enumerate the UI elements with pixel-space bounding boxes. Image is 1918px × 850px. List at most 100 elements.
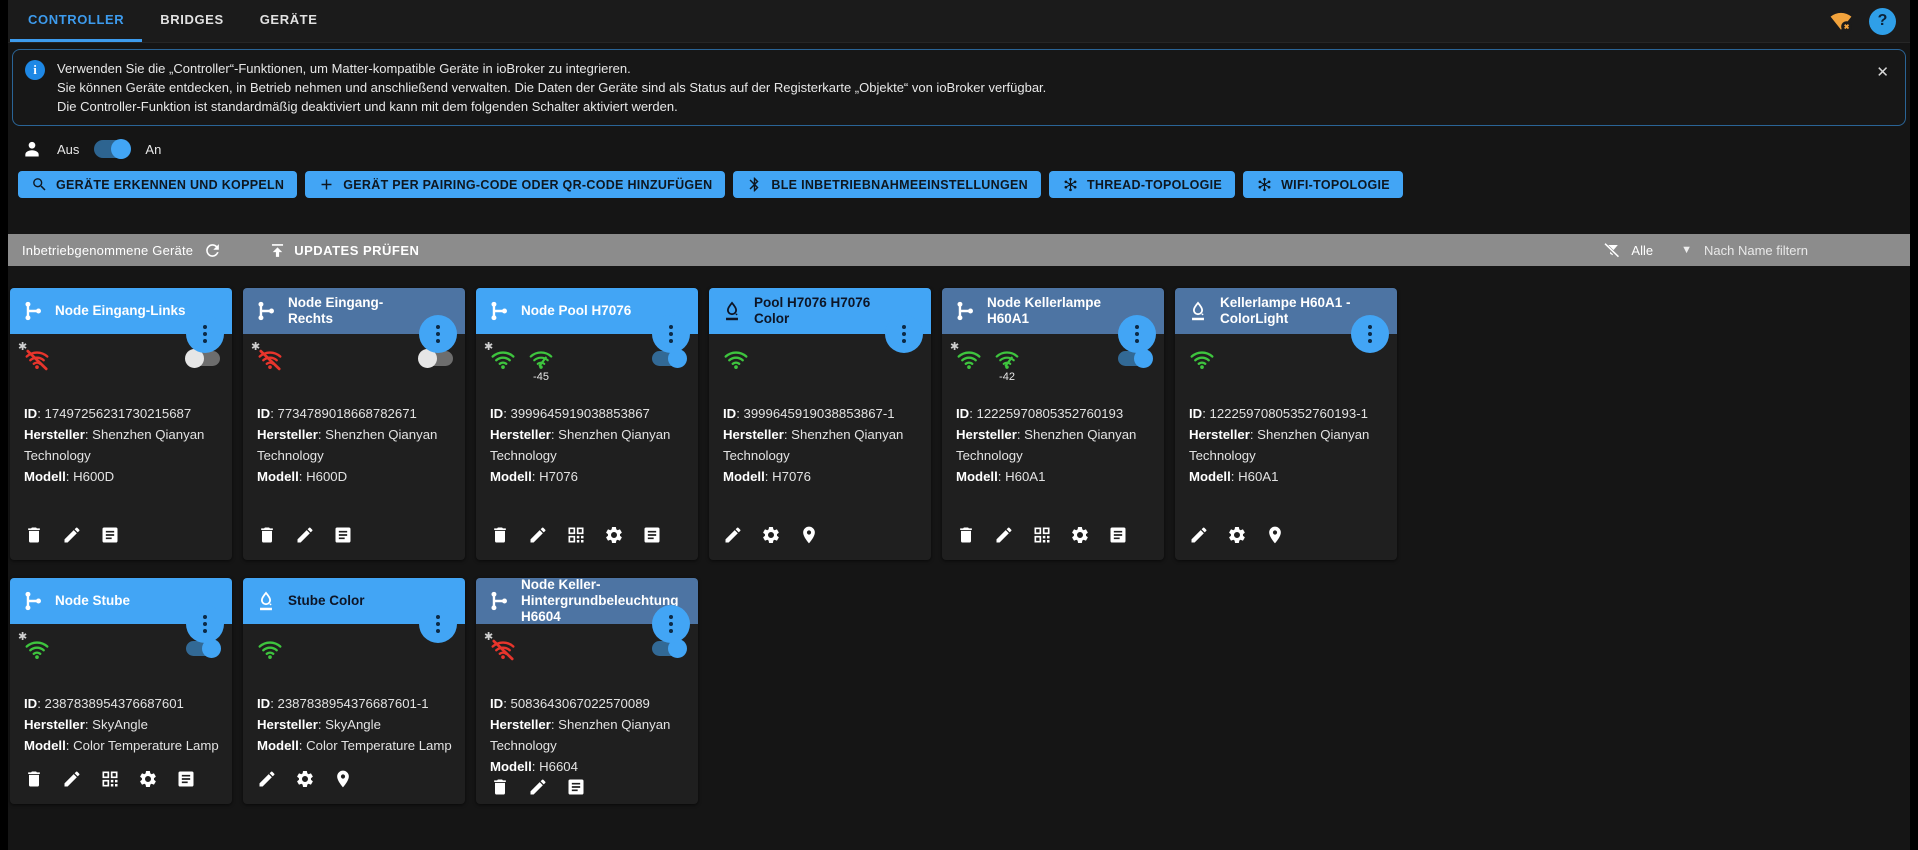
identify-icon[interactable] <box>1265 525 1285 545</box>
device-toggle[interactable] <box>418 349 453 368</box>
wifi-connected-icon <box>24 637 50 663</box>
device-manufacturer-line: Hersteller: Shenzhen Qianyan Technology <box>956 427 1137 463</box>
chevron-down-icon: ▼ <box>1681 244 1692 256</box>
edit-icon[interactable] <box>62 525 82 545</box>
more-options-button[interactable] <box>419 605 457 643</box>
device-title: Node Pool H7076 <box>521 303 632 318</box>
edit-icon[interactable] <box>1189 525 1209 545</box>
device-details: ID: 17497256231730215687 Hersteller: She… <box>10 393 232 525</box>
info-banner-text: Verwenden Sie die „Controller“-Funktione… <box>57 59 1872 116</box>
device-title: Pool H7076 H7076 Color <box>754 295 871 326</box>
device-toggle[interactable] <box>652 349 687 368</box>
edit-icon[interactable] <box>528 525 548 545</box>
tab-bridges[interactable]: BRIDGES <box>142 0 241 42</box>
edit-icon[interactable] <box>723 525 743 545</box>
device-details: ID: 3999645919038853867 Hersteller: Shen… <box>476 393 698 525</box>
log-icon[interactable] <box>333 525 353 545</box>
more-options-button[interactable] <box>652 315 690 353</box>
device-actions <box>709 525 931 560</box>
more-options-button[interactable] <box>885 315 923 353</box>
delete-icon[interactable] <box>24 769 44 789</box>
delete-icon[interactable] <box>24 525 44 545</box>
controller-enable-row: Aus An <box>22 139 1910 159</box>
action-button-row: GERÄTE ERKENNEN UND KOPPELN GERÄT PER PA… <box>18 171 1910 198</box>
log-icon[interactable] <box>642 525 662 545</box>
more-options-button[interactable] <box>652 605 690 643</box>
device-details: ID: 2387838954376687601-1 Hersteller: Sk… <box>243 683 465 769</box>
more-options-button[interactable] <box>186 315 224 353</box>
help-button[interactable]: ? <box>1869 7 1896 35</box>
device-toggle[interactable] <box>1118 349 1153 368</box>
delete-icon[interactable] <box>257 525 277 545</box>
settings-icon[interactable] <box>1070 525 1090 545</box>
device-card-header: Pool H7076 H7076 Color <box>709 288 931 353</box>
device-details: ID: 5083643067022570089 Hersteller: Shen… <box>476 683 698 777</box>
device-toggle[interactable] <box>186 639 221 658</box>
device-card: Node Eingang-Links ✱ ID: 174972562317302… <box>10 288 232 560</box>
close-icon[interactable]: ✕ <box>1872 61 1893 83</box>
device-card-header: Kellerlampe H60A1 - ColorLight <box>1175 288 1397 353</box>
uncommissioned-asterisk-icon: ✱ <box>950 341 960 353</box>
identify-icon[interactable] <box>333 769 353 789</box>
settings-icon[interactable] <box>295 769 315 789</box>
device-title: Node Kellerlampe H60A1 <box>987 295 1102 326</box>
button-label: GERÄTE ERKENNEN UND KOPPELN <box>56 177 285 192</box>
more-options-button[interactable] <box>419 315 457 353</box>
add-device-by-code-button[interactable]: GERÄT PER PAIRING-CODE ODER QR-CODE HINZ… <box>305 171 726 198</box>
edit-icon[interactable] <box>295 525 315 545</box>
settings-icon[interactable] <box>138 769 158 789</box>
signal-strength-value: -45 <box>533 371 549 383</box>
more-options-button[interactable] <box>1351 315 1389 353</box>
device-card: Kellerlampe H60A1 - ColorLight ✱ ID: 122… <box>1175 288 1397 560</box>
settings-icon[interactable] <box>604 525 624 545</box>
wifi-connected-icon <box>956 347 982 373</box>
device-id-line: ID: 5083643067022570089 <box>490 696 650 711</box>
edit-icon[interactable] <box>257 769 277 789</box>
device-card: Node Pool H7076 ✱ -45 ID: 39996459190388… <box>476 288 698 560</box>
controller-toggle[interactable] <box>94 139 132 159</box>
delete-icon[interactable] <box>956 525 976 545</box>
device-actions <box>942 525 1164 560</box>
thread-topology-button[interactable]: THREAD-TOPOLOGIE <box>1048 171 1236 198</box>
filter-icon[interactable] <box>1602 241 1621 260</box>
tab-controller[interactable]: CONTROLLER <box>10 0 143 42</box>
device-toggle[interactable] <box>185 349 220 368</box>
wifi-topology-button[interactable]: WIFI-TOPOLOGIE <box>1243 171 1403 198</box>
ble-settings-button[interactable]: BLE INBETRIEBNAHMEEINSTELLUNGEN <box>733 171 1041 198</box>
filter-type-select[interactable]: Alle ▼ <box>1631 243 1692 258</box>
device-manufacturer-line: Hersteller: Shenzhen Qianyan Technology <box>1189 427 1370 463</box>
device-id-line: ID: 17497256231730215687 <box>24 406 192 421</box>
check-updates-button[interactable]: UPDATES PRÜFEN <box>268 241 419 260</box>
log-icon[interactable] <box>176 769 196 789</box>
device-model-line: Modell: H60A1 <box>956 469 1046 484</box>
more-options-button[interactable] <box>1118 315 1156 353</box>
name-filter-input[interactable] <box>1702 241 1896 259</box>
device-id-line: ID: 2387838954376687601 <box>24 696 184 711</box>
more-options-button[interactable] <box>186 605 224 643</box>
identify-icon[interactable] <box>799 525 819 545</box>
log-icon[interactable] <box>100 525 120 545</box>
log-icon[interactable] <box>566 777 586 797</box>
wifi-warning-icon[interactable] <box>1829 9 1853 33</box>
qr-code-icon[interactable] <box>566 525 586 545</box>
device-card: Stube Color ✱ ID: 2387838954376687601-1 … <box>243 578 465 804</box>
edit-icon[interactable] <box>994 525 1014 545</box>
refresh-icon[interactable] <box>203 241 222 260</box>
device-cards-row-1: Node Eingang-Links ✱ ID: 174972562317302… <box>10 288 1910 560</box>
button-label: BLE INBETRIEBNAHMEEINSTELLUNGEN <box>771 177 1028 192</box>
edit-icon[interactable] <box>62 769 82 789</box>
settings-icon[interactable] <box>1227 525 1247 545</box>
settings-icon[interactable] <box>761 525 781 545</box>
qr-code-icon[interactable] <box>100 769 120 789</box>
edit-icon[interactable] <box>528 777 548 797</box>
delete-icon[interactable] <box>490 525 510 545</box>
discover-devices-button[interactable]: GERÄTE ERKENNEN UND KOPPELN <box>18 171 298 198</box>
qr-code-icon[interactable] <box>1032 525 1052 545</box>
device-toggle[interactable] <box>652 639 687 658</box>
log-icon[interactable] <box>1108 525 1128 545</box>
color-light-icon <box>1187 300 1209 322</box>
uncommissioned-asterisk-icon: ✱ <box>18 631 28 643</box>
filter-type-value: Alle <box>1631 242 1654 258</box>
tab-geraete[interactable]: GERÄTE <box>242 0 336 42</box>
delete-icon[interactable] <box>490 777 510 797</box>
